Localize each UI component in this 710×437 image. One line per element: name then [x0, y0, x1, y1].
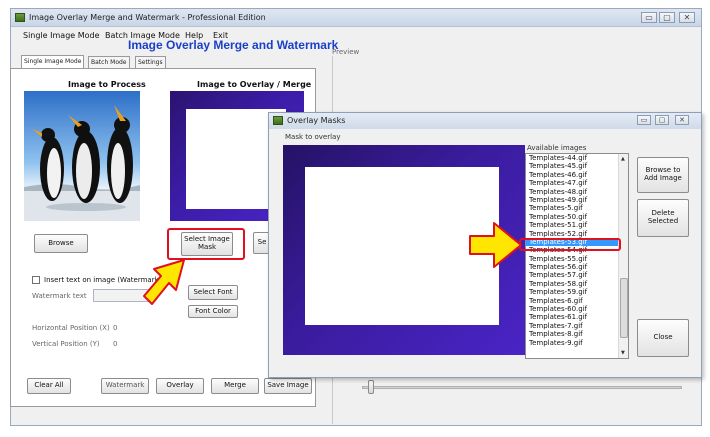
- menu-bar: Single Image Mode Batch Image Mode Help …: [11, 28, 701, 44]
- tab-settings[interactable]: Settings: [135, 56, 166, 68]
- select-font-button[interactable]: Select Font: [188, 285, 238, 300]
- dialog-title: Overlay Masks: [287, 116, 346, 125]
- list-item[interactable]: Templates-45.gif: [526, 162, 618, 170]
- list-scrollbar[interactable]: ▲ ▼: [618, 154, 628, 358]
- window-title: Image Overlay Merge and Watermark - Prof…: [29, 13, 266, 22]
- app-heading: Image Overlay Merge and Watermark: [128, 38, 339, 52]
- dialog-minimize-icon[interactable]: ▭: [637, 115, 651, 125]
- zoom-slider-thumb[interactable]: [368, 380, 374, 394]
- list-item[interactable]: Templates-57.gif: [526, 271, 618, 279]
- scroll-up-icon[interactable]: ▲: [621, 156, 625, 162]
- list-item[interactable]: Templates-47.gif: [526, 179, 618, 187]
- image-to-process-label: Image to Process: [68, 80, 146, 89]
- list-item[interactable]: Templates-5.gif: [526, 204, 618, 212]
- dialog-maximize-icon[interactable]: ▢: [655, 115, 669, 125]
- list-item[interactable]: Templates-56.gif: [526, 263, 618, 271]
- list-item[interactable]: Templates-55.gif: [526, 255, 618, 263]
- list-item[interactable]: Templates-7.gif: [526, 322, 618, 330]
- maximize-icon[interactable]: ▢: [659, 12, 675, 23]
- list-item[interactable]: Templates-49.gif: [526, 196, 618, 204]
- list-item[interactable]: Templates-6.gif: [526, 297, 618, 305]
- overlay-button[interactable]: Overlay: [156, 378, 204, 394]
- close-button[interactable]: Close: [637, 319, 689, 357]
- vertical-position-label: Vertical Position (Y): [32, 340, 100, 348]
- title-bar: Image Overlay Merge and Watermark - Prof…: [11, 9, 701, 27]
- horizontal-position-label: Horizontal Position (X): [32, 324, 110, 332]
- list-item[interactable]: Templates-52.gif: [526, 230, 618, 238]
- browse-button[interactable]: Browse: [34, 234, 88, 253]
- app-icon: [15, 13, 25, 22]
- list-item[interactable]: Templates-46.gif: [526, 171, 618, 179]
- clear-all-button[interactable]: Clear All: [27, 378, 71, 394]
- vertical-position-value: 0: [113, 340, 118, 348]
- tab-batch-mode[interactable]: Batch Mode: [88, 56, 130, 68]
- list-item[interactable]: Templates-50.gif: [526, 213, 618, 221]
- list-item[interactable]: Templates-44.gif: [526, 154, 618, 162]
- preview-label: Preview: [332, 48, 360, 56]
- minimize-icon[interactable]: ▭: [641, 12, 657, 23]
- list-item[interactable]: Templates-59.gif: [526, 288, 618, 296]
- merge-button[interactable]: Merge: [211, 378, 259, 394]
- scroll-down-icon[interactable]: ▼: [621, 350, 625, 356]
- watermark-button[interactable]: Watermark: [101, 378, 149, 394]
- select-image-mask-button[interactable]: Select Image Mask: [181, 232, 233, 256]
- list-item[interactable]: Templates-51.gif: [526, 221, 618, 229]
- mask-to-overlay-label: Mask to overlay: [285, 133, 341, 141]
- list-item[interactable]: Templates-8.gif: [526, 330, 618, 338]
- available-images-list[interactable]: Templates-44.gif Templates-45.gif Template…: [525, 153, 629, 359]
- image-to-overlay-label: Image to Overlay / Merge: [197, 80, 312, 89]
- dialog-app-icon: [273, 116, 283, 125]
- dialog-title-bar: Overlay Masks ▭ ▢ ✕: [269, 113, 701, 129]
- zoom-slider-track[interactable]: [362, 386, 682, 389]
- list-item[interactable]: Templates-60.gif: [526, 305, 618, 313]
- pointer-arrow-right-icon: [469, 222, 522, 268]
- font-color-button[interactable]: Font Color: [188, 305, 238, 318]
- list-item[interactable]: Templates-48.gif: [526, 188, 618, 196]
- list-item[interactable]: Templates-58.gif: [526, 280, 618, 288]
- list-item[interactable]: Templates-61.gif: [526, 313, 618, 321]
- watermark-text-label: Watermark text: [32, 292, 87, 300]
- list-item[interactable]: Templates-9.gif: [526, 339, 618, 347]
- insert-text-checkbox[interactable]: [32, 276, 40, 284]
- close-icon[interactable]: ✕: [679, 12, 695, 23]
- browse-to-add-image-button[interactable]: Browse to Add Image: [637, 157, 689, 193]
- dialog-close-icon[interactable]: ✕: [675, 115, 689, 125]
- highlight-selected-item: [519, 238, 621, 251]
- tab-single-image-mode[interactable]: Single Image Mode: [21, 55, 85, 68]
- horizontal-position-value: 0: [113, 324, 118, 332]
- source-image-preview: [24, 91, 140, 221]
- delete-selected-button[interactable]: Delete Selected: [637, 199, 689, 237]
- save-image-button[interactable]: Save Image: [264, 378, 312, 394]
- menu-single-image-mode[interactable]: Single Image Mode: [23, 31, 100, 40]
- pointer-arrow-icon: [143, 259, 185, 305]
- available-images-label: Available images: [527, 144, 587, 152]
- scroll-thumb[interactable]: [620, 278, 628, 338]
